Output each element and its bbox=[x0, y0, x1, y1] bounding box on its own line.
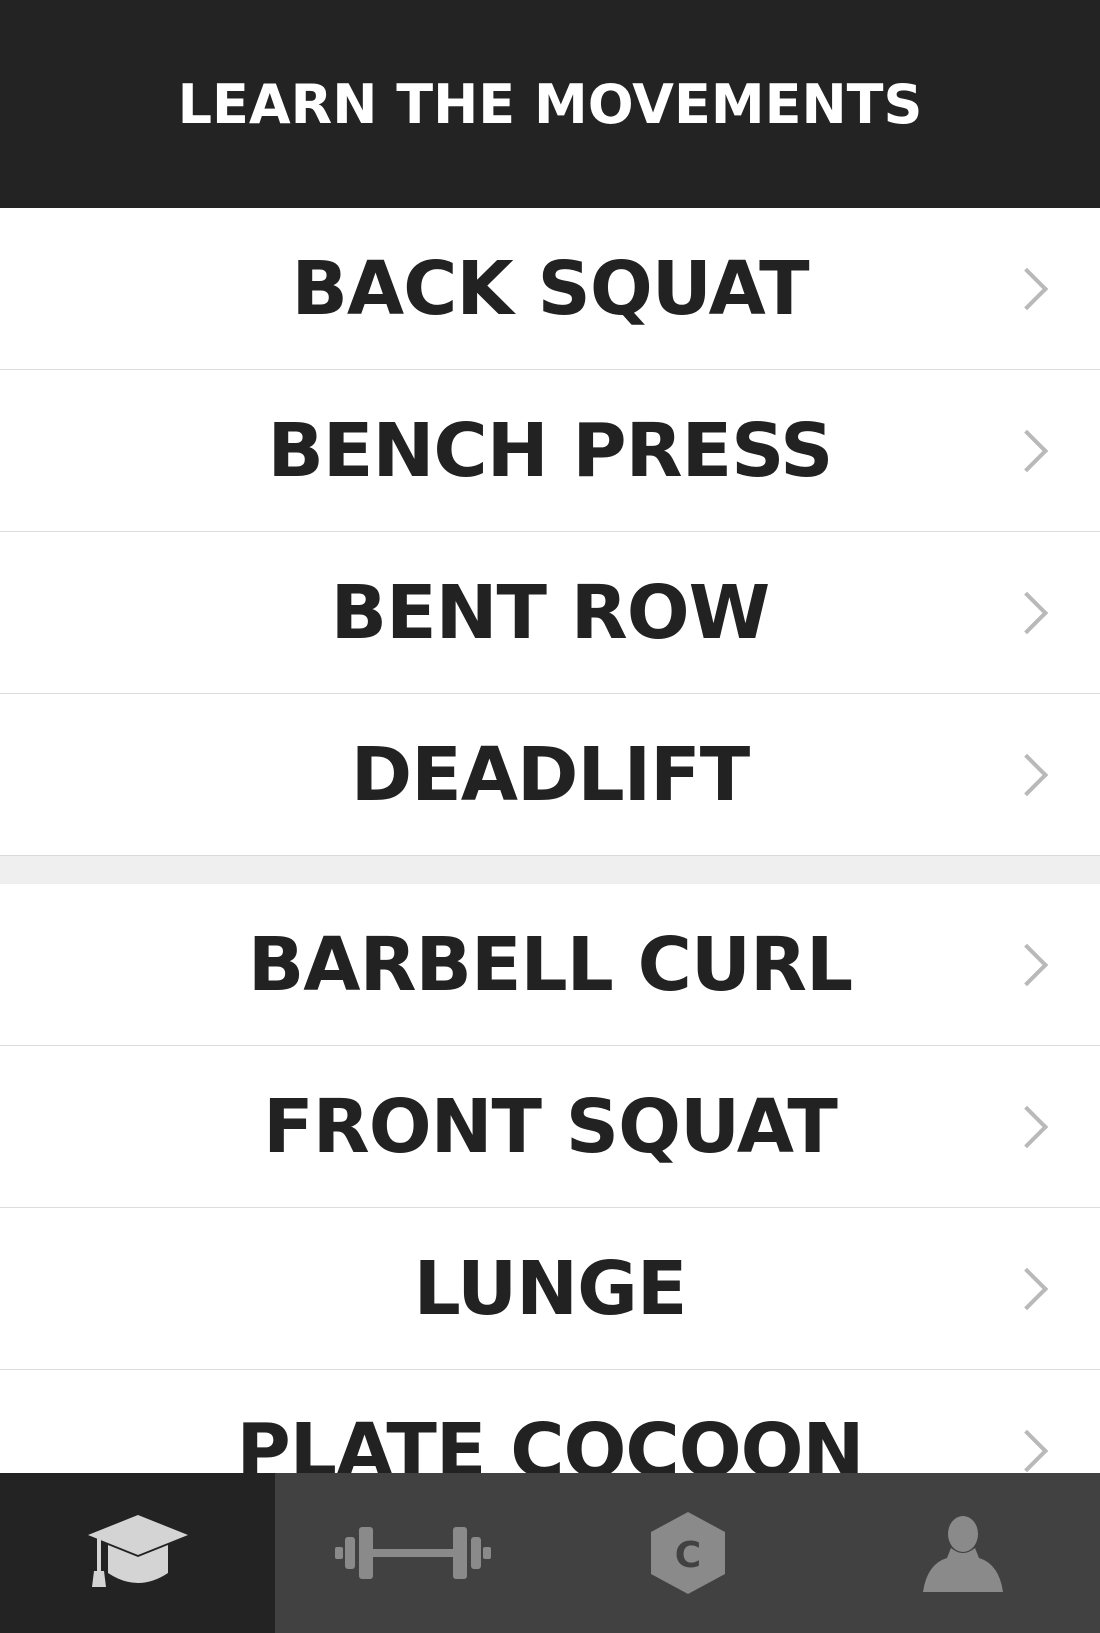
page-title: LEARN THE MOVEMENTS bbox=[177, 72, 923, 136]
graduation-cap-icon bbox=[87, 1515, 188, 1587]
tab-learn[interactable] bbox=[0, 1473, 275, 1633]
header-bar: LEARN THE MOVEMENTS bbox=[0, 0, 1100, 208]
list-item-lunge[interactable]: LUNGE bbox=[0, 1208, 1100, 1370]
list-item-deadlift[interactable]: DEADLIFT bbox=[0, 694, 1100, 856]
chevron-right-icon bbox=[1005, 1105, 1049, 1148]
screen: LEARN THE MOVEMENTS BACK SQUAT BENCH PRE… bbox=[0, 0, 1100, 1633]
movement-list-section-1: BACK SQUAT BENCH PRESS BENT ROW DEADLIFT bbox=[0, 208, 1100, 856]
chevron-right-icon bbox=[1005, 1267, 1049, 1310]
list-item-bench-press[interactable]: BENCH PRESS bbox=[0, 370, 1100, 532]
chevron-right-icon bbox=[1005, 1429, 1049, 1472]
tab-coach[interactable]: C bbox=[550, 1473, 825, 1633]
chevron-right-icon bbox=[1005, 753, 1049, 796]
tab-workouts[interactable] bbox=[275, 1473, 550, 1633]
list-item-barbell-curl[interactable]: BARBELL CURL bbox=[0, 884, 1100, 1046]
list-item-label: BACK SQUAT bbox=[291, 245, 809, 332]
section-divider bbox=[0, 855, 1100, 885]
tab-profile[interactable] bbox=[825, 1473, 1100, 1633]
chevron-right-icon bbox=[1005, 591, 1049, 634]
list-item-label: BENT ROW bbox=[330, 569, 771, 656]
list-item-back-squat[interactable]: BACK SQUAT bbox=[0, 208, 1100, 370]
chevron-right-icon bbox=[1005, 267, 1049, 310]
chevron-right-icon bbox=[1005, 429, 1049, 472]
hexagon-c-icon: C bbox=[650, 1512, 725, 1594]
movement-list-section-2: BARBELL CURL FRONT SQUAT LUNGE PLATE COC… bbox=[0, 884, 1100, 1532]
chevron-right-icon bbox=[1005, 943, 1049, 986]
list-item-label: DEADLIFT bbox=[350, 731, 750, 818]
list-item-label: BENCH PRESS bbox=[267, 407, 834, 494]
list-item-front-squat[interactable]: FRONT SQUAT bbox=[0, 1046, 1100, 1208]
tab-bar: C bbox=[0, 1473, 1100, 1633]
barbell-icon bbox=[334, 1527, 491, 1579]
user-icon bbox=[922, 1516, 1003, 1592]
list-item-bent-row[interactable]: BENT ROW bbox=[0, 532, 1100, 694]
list-item-label: BARBELL CURL bbox=[247, 921, 853, 1008]
list-item-label: FRONT SQUAT bbox=[263, 1083, 838, 1170]
list-item-label: LUNGE bbox=[413, 1245, 688, 1332]
svg-text:C: C bbox=[674, 1535, 700, 1576]
